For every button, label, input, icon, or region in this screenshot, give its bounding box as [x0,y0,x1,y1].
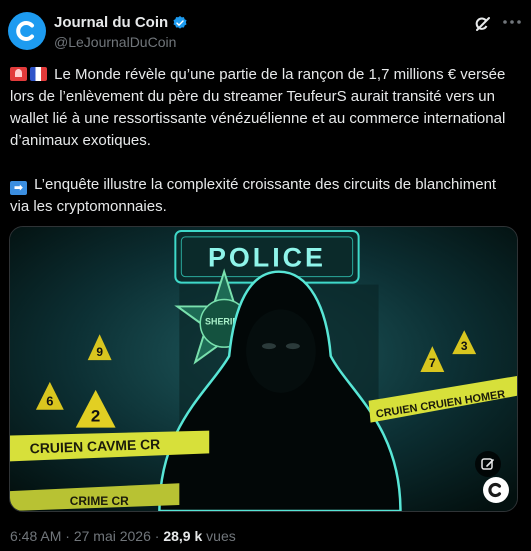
right-arrow-emoji-icon: ➡ [10,181,27,195]
tweet-date[interactable]: 27 mai 2026 [74,528,151,544]
siren-emoji-icon [10,67,27,81]
tweet-header: Journal du Coin @LeJournalDuCoin [8,10,523,50]
svg-text:6: 6 [46,394,53,409]
author-display-name-text[interactable]: Journal du Coin [54,14,168,31]
tweet-meta: 6:48 AM · 27 mai 2026 · 28,9 k vues [10,528,236,544]
tweet-text: Le Monde révèle qu’une partie de la ranç… [10,64,515,218]
svg-text:2: 2 [91,407,100,426]
verified-badge-icon [173,15,187,29]
tweet-image[interactable]: POLICE SHERIFF CRUIEN CAVME CR CRUIEN CR… [9,226,518,512]
author-names: Journal du Coin @LeJournalDuCoin [54,14,188,50]
author-handle[interactable]: @LeJournalDuCoin [54,34,188,50]
tweet-paragraph-1-text: Le Monde révèle qu’une partie de la ranç… [10,66,506,149]
police-sign-text: POLICE [208,243,326,273]
journal-du-coin-watermark-icon [483,477,509,503]
more-icon[interactable] [501,14,523,34]
grok-icon[interactable] [473,14,493,34]
tape-bottom-text: CRIME CR [70,494,129,508]
meta-separator: · [65,528,70,544]
meta-separator-2: · [154,528,160,544]
edit-image-icon[interactable] [475,451,501,477]
tweet-paragraph-2-text: L’enquête illustre la complexité croissa… [10,176,497,215]
views-count: 28,9 k [163,528,203,544]
views-label: vues [206,528,236,544]
journal-du-coin-logo-icon[interactable] [8,12,46,50]
svg-text:7: 7 [429,356,436,370]
tweet-paragraph-1: Le Monde révèle qu’une partie de la ranç… [10,64,515,152]
france-flag-emoji-icon [30,67,47,81]
svg-text:3: 3 [461,339,468,353]
svg-text:9: 9 [96,345,103,359]
crime-scene-illustration: POLICE SHERIFF CRUIEN CAVME CR CRUIEN CR… [10,227,517,511]
tweet-time[interactable]: 6:48 AM [10,528,61,544]
author-display-name[interactable]: Journal du Coin [54,14,188,31]
tweet-paragraph-2: ➡ L’enquête illustre la complexité crois… [10,174,515,218]
